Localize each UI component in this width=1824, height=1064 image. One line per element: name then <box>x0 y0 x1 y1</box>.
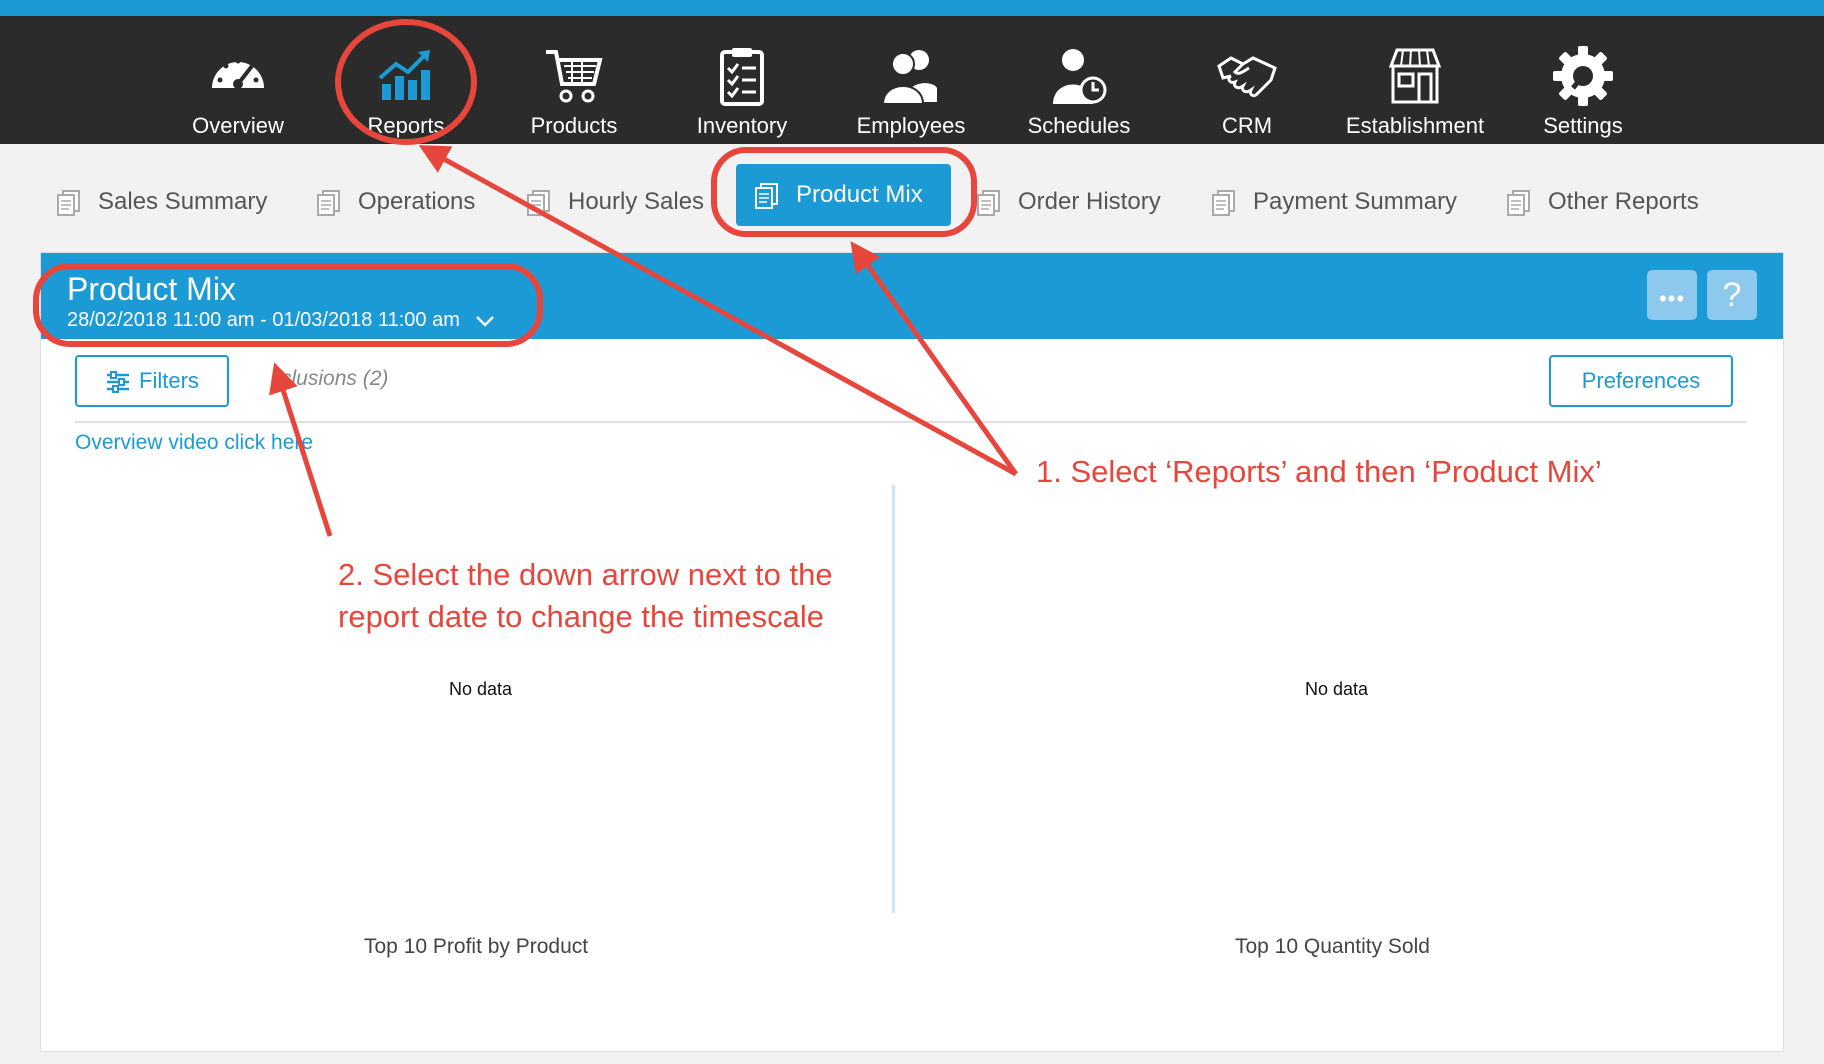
nav-crm[interactable]: CRM <box>1172 32 1322 144</box>
clipboard-icon <box>720 48 764 106</box>
nav-establishment[interactable]: Establishment <box>1340 32 1490 144</box>
tab-label: Order History <box>1018 188 1161 215</box>
report-tabs: Sales Summary Operations Hourly Sales Pr… <box>0 144 1824 244</box>
nav-settings[interactable]: Settings <box>1508 32 1658 144</box>
report-header: Product Mix 28/02/2018 11:00 am - 01/03/… <box>41 253 1783 339</box>
profit-chart-caption: Top 10 Profit by Product <box>364 935 589 958</box>
nav-schedules-label: Schedules <box>1027 113 1131 138</box>
document-icon <box>317 189 340 216</box>
annotation-step-1: 1. Select ‘Reports’ and then ‘Product Mi… <box>1036 454 1602 489</box>
person-clock-icon <box>1053 49 1107 104</box>
tab-label: Other Reports <box>1548 188 1699 215</box>
tab-label: Sales Summary <box>98 188 268 215</box>
nav-inventory[interactable]: Inventory <box>667 32 817 144</box>
date-range-text: 28/02/2018 11:00 am - 01/03/2018 11:00 a… <box>67 309 460 331</box>
exclusions-text[interactable]: clusions (2) <box>281 367 388 391</box>
more-options-button[interactable]: ••• <box>1647 270 1697 320</box>
speedometer-icon <box>212 58 264 89</box>
profit-chart-no-data: No data <box>449 679 513 699</box>
tab-label: Hourly Sales <box>568 188 705 215</box>
store-icon <box>1388 48 1442 104</box>
chart-divider <box>892 485 895 913</box>
nav-employees[interactable]: Employees <box>836 32 986 144</box>
tab-label: Operations <box>358 188 476 215</box>
report-card: Product Mix 28/02/2018 11:00 am - 01/03/… <box>40 252 1784 1052</box>
annotation-step-2-line-1: 2. Select the down arrow next to the <box>338 557 833 592</box>
overview-video-link[interactable]: Overview video click here <box>75 431 313 455</box>
tab-payment-summary[interactable]: Payment Summary <box>1211 178 1457 226</box>
date-range-selector[interactable]: 28/02/2018 11:00 am - 01/03/2018 11:00 a… <box>67 309 495 332</box>
filters-button[interactable]: Filters <box>75 355 229 407</box>
nav-employees-label: Employees <box>856 113 966 138</box>
filters-label: Filters <box>139 368 199 393</box>
tab-hourly-sales[interactable]: Hourly Sales <box>526 178 704 226</box>
nav-settings-label: Settings <box>1543 113 1623 138</box>
nav-products[interactable]: Products <box>499 32 649 144</box>
quantity-chart-no-data: No data <box>1305 679 1369 699</box>
document-icon <box>1212 189 1235 216</box>
annotation-step-2-line-2: report date to change the timescale <box>338 599 824 634</box>
tab-operations[interactable]: Operations <box>316 178 475 226</box>
nav-reports[interactable]: Reports <box>331 32 481 144</box>
sliders-icon <box>107 371 130 394</box>
tab-product-mix[interactable]: Product Mix <box>736 164 951 226</box>
report-title: Product Mix <box>67 271 236 307</box>
help-icon: ? <box>1722 276 1742 314</box>
cart-icon <box>546 50 603 103</box>
tab-other-reports[interactable]: Other Reports <box>1506 178 1699 226</box>
tab-label: Payment Summary <box>1253 188 1458 215</box>
chevron-down-icon[interactable] <box>475 314 495 328</box>
gear-icon <box>1553 46 1613 106</box>
document-icon <box>1507 189 1530 216</box>
nav-reports-label: Reports <box>367 113 445 138</box>
nav-schedules[interactable]: Schedules <box>1004 32 1154 144</box>
help-button[interactable]: ? <box>1707 270 1757 320</box>
nav-products-label: Products <box>530 113 618 138</box>
preferences-button[interactable]: Preferences <box>1549 355 1733 407</box>
more-icon: ••• <box>1658 286 1686 311</box>
nav-overview-label: Overview <box>192 113 284 138</box>
document-icon <box>755 182 778 209</box>
nav-inventory-label: Inventory <box>696 113 788 138</box>
tab-sales-summary[interactable]: Sales Summary <box>56 178 267 226</box>
document-icon <box>57 189 80 216</box>
tab-label: Product Mix <box>796 181 923 208</box>
tab-order-history[interactable]: Order History <box>976 178 1161 226</box>
chart-icon <box>378 50 430 100</box>
top-accent-strip <box>0 0 1824 16</box>
nav-overview[interactable]: Overview <box>163 32 313 144</box>
quantity-chart-caption: Top 10 Quantity Sold <box>1235 935 1430 958</box>
document-icon <box>977 189 1000 216</box>
people-icon <box>881 50 937 105</box>
nav-crm-label: CRM <box>1221 113 1273 138</box>
main-navbar: Overview Reports Products Inventory Empl… <box>0 16 1824 144</box>
document-icon <box>527 189 550 216</box>
handshake-icon <box>1217 56 1277 98</box>
nav-establishment-label: Establishment <box>1345 113 1485 138</box>
header-divider <box>75 421 1747 423</box>
